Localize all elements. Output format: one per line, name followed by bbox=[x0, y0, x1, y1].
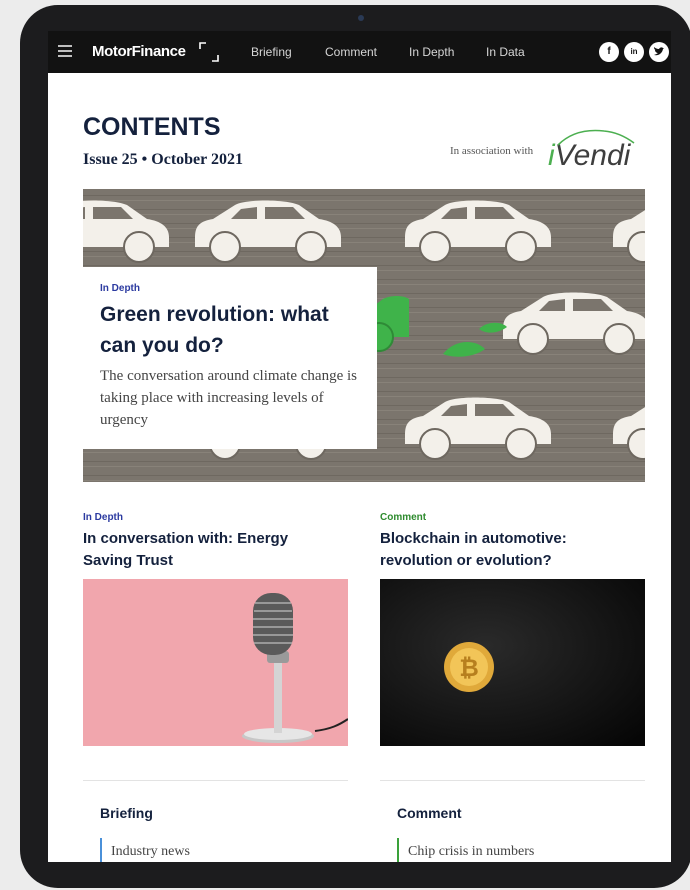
article-1-image[interactable] bbox=[83, 579, 348, 746]
car-outline-icon bbox=[557, 129, 635, 146]
hero-category[interactable]: In Depth bbox=[100, 283, 360, 294]
section-item-industry-news[interactable]: Industry news bbox=[100, 838, 190, 862]
nav-link-comment[interactable]: Comment bbox=[325, 45, 377, 59]
linkedin-icon[interactable]: in bbox=[624, 42, 644, 62]
twitter-icon[interactable] bbox=[649, 42, 669, 62]
article-2-title[interactable]: Blockchain in automotive: revolution or … bbox=[380, 528, 630, 572]
article-1-category[interactable]: In Depth bbox=[83, 512, 123, 523]
svg-text:₿: ₿ bbox=[459, 655, 479, 682]
facebook-icon[interactable]: f bbox=[599, 42, 619, 62]
bitcoin-icon: ₿ bbox=[380, 579, 645, 746]
partner-logo[interactable]: iVendi bbox=[548, 129, 635, 173]
section-title-briefing[interactable]: Briefing bbox=[100, 805, 153, 821]
site-logo[interactable]: MotorFinance bbox=[92, 43, 186, 60]
hamburger-menu-icon[interactable] bbox=[58, 45, 72, 57]
nav-link-in-data[interactable]: In Data bbox=[486, 45, 525, 59]
hero-title[interactable]: Green revolution: what can you do? bbox=[100, 299, 360, 361]
nav-link-briefing[interactable]: Briefing bbox=[251, 45, 292, 59]
screen: MotorFinance Briefing Comment In Depth I… bbox=[48, 31, 671, 862]
association-label: In association with bbox=[450, 145, 534, 157]
top-nav: MotorFinance Briefing Comment In Depth I… bbox=[48, 31, 671, 73]
section-item-chip-crisis[interactable]: Chip crisis in numbers bbox=[397, 838, 534, 862]
nav-link-in-depth[interactable]: In Depth bbox=[409, 45, 454, 59]
hero-card[interactable]: In Depth Green revolution: what can you … bbox=[83, 267, 377, 449]
hero-description: The conversation around climate change i… bbox=[100, 368, 357, 428]
microphone-icon bbox=[83, 579, 348, 746]
page-title: CONTENTS bbox=[83, 113, 221, 141]
issue-info: Issue 25 • October 2021 bbox=[83, 151, 243, 168]
divider bbox=[83, 780, 348, 781]
camera-icon bbox=[358, 15, 364, 21]
divider bbox=[380, 780, 645, 781]
article-1-title[interactable]: In conversation with: Energy Saving Trus… bbox=[83, 528, 333, 572]
fullscreen-icon[interactable] bbox=[198, 41, 220, 63]
section-title-comment[interactable]: Comment bbox=[397, 805, 462, 821]
article-2-category[interactable]: Comment bbox=[380, 512, 426, 523]
article-2-image[interactable]: ₿ bbox=[380, 579, 645, 746]
